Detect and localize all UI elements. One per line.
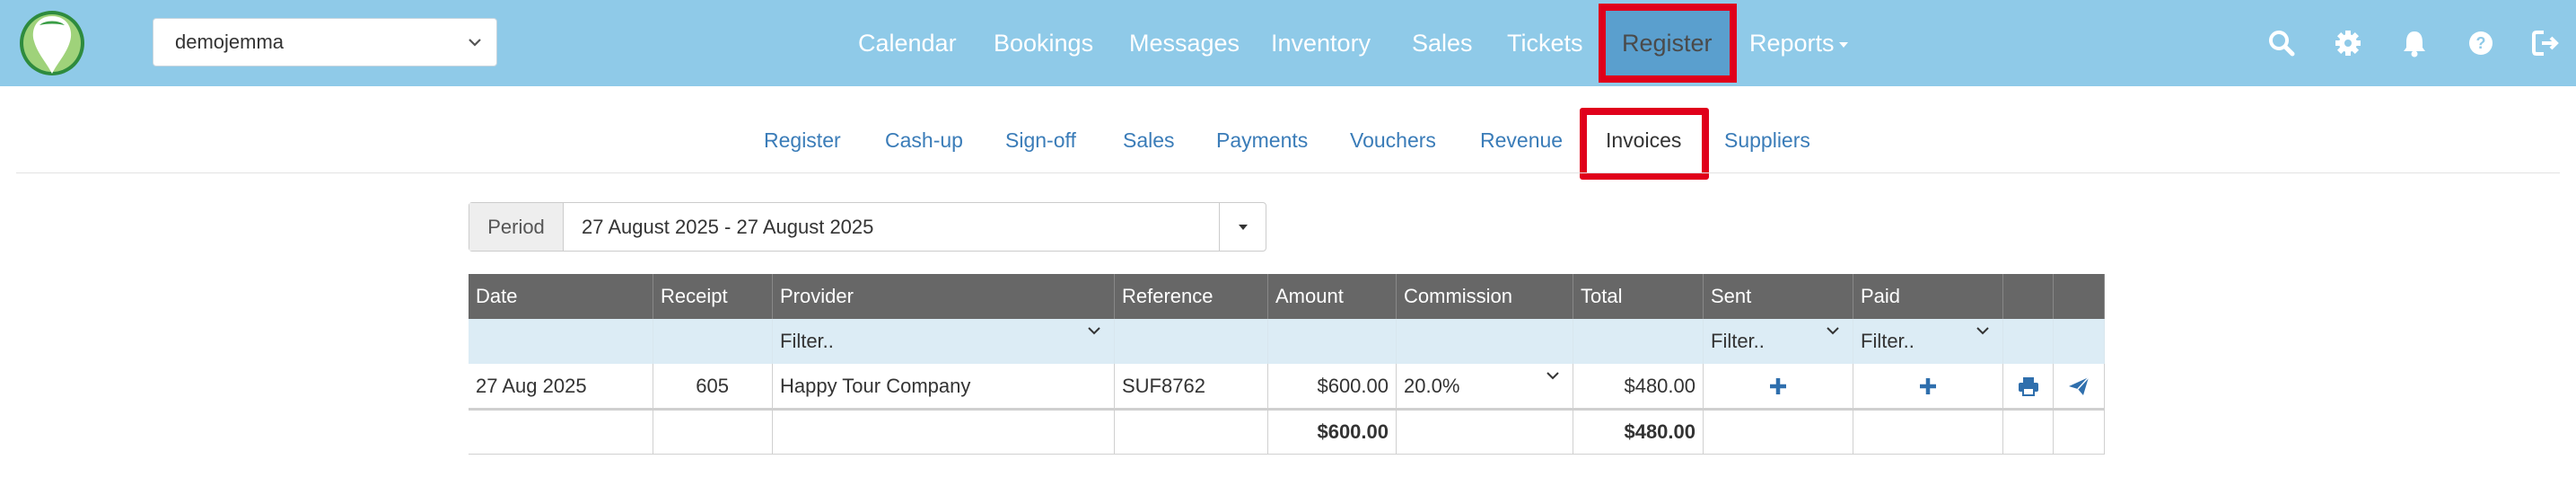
subnav-payments[interactable]: Payments xyxy=(1216,128,1308,153)
period-picker[interactable]: Period 27 August 2025 - 27 August 2025 xyxy=(469,202,1266,252)
nav-reports-label: Reports xyxy=(1749,29,1835,57)
totals-empty xyxy=(469,411,653,454)
col-amount[interactable]: Amount xyxy=(1268,274,1397,319)
totals-empty xyxy=(1397,411,1573,454)
col-send xyxy=(2054,274,2105,319)
subnav-revenue[interactable]: Revenue xyxy=(1480,128,1563,153)
totals-empty xyxy=(653,411,773,454)
filter-paid-value: Filter.. xyxy=(1861,330,1914,352)
cell-reference: SUF8762 xyxy=(1115,364,1268,408)
commission-select-value: 20.0% xyxy=(1404,374,1460,397)
subnav-vouchers[interactable]: Vouchers xyxy=(1350,128,1436,153)
subnav-invoices[interactable]: Invoices xyxy=(1606,128,1681,153)
chevron-down-icon xyxy=(1976,327,1989,335)
chevron-down-icon xyxy=(1827,327,1839,335)
col-provider[interactable]: Provider xyxy=(773,274,1115,319)
subnav-divider xyxy=(16,172,2560,173)
filter-empty xyxy=(1397,319,1573,364)
gear-icon[interactable] xyxy=(2332,27,2364,59)
col-commission[interactable]: Commission xyxy=(1397,274,1573,319)
table-filter-row: Filter.. Filter.. Filter.. xyxy=(469,319,2105,364)
nav-calendar[interactable]: Calendar xyxy=(858,0,957,86)
filter-sent-value: Filter.. xyxy=(1711,330,1765,352)
filter-sent[interactable]: Filter.. xyxy=(1704,319,1853,364)
svg-text:?: ? xyxy=(2476,34,2486,52)
cell-date: 27 Aug 2025 xyxy=(469,364,653,408)
period-value[interactable]: 27 August 2025 - 27 August 2025 xyxy=(564,203,1219,251)
subnav-register[interactable]: Register xyxy=(764,128,841,153)
account-select-value: demojemma xyxy=(175,31,285,53)
plus-icon xyxy=(1920,377,1936,394)
nav-reports[interactable]: Reports xyxy=(1749,0,1850,86)
totals-empty xyxy=(1115,411,1268,454)
subnav-cash-up[interactable]: Cash-up xyxy=(885,128,963,153)
nav-messages[interactable]: Messages xyxy=(1129,0,1240,86)
send-icon xyxy=(2069,376,2090,395)
filter-empty xyxy=(2054,319,2105,364)
nav-register[interactable]: Register xyxy=(1622,0,1713,86)
table-header-row: Date Receipt Provider Reference Amount C… xyxy=(469,274,2105,319)
caret-down-icon xyxy=(1838,42,1848,48)
send-button[interactable] xyxy=(2054,364,2105,408)
nav-sales[interactable]: Sales xyxy=(1412,0,1473,86)
table-row[interactable]: 27 Aug 2025 605 Happy Tour Company SUF87… xyxy=(469,364,2105,409)
col-reference[interactable]: Reference xyxy=(1115,274,1268,319)
period-label: Period xyxy=(469,203,564,251)
print-icon xyxy=(2018,376,2038,396)
cell-receipt[interactable]: 605 xyxy=(653,364,773,408)
subnav-sign-off[interactable]: Sign-off xyxy=(1005,128,1076,153)
col-receipt[interactable]: Receipt xyxy=(653,274,773,319)
commission-select[interactable]: 20.0% xyxy=(1397,364,1573,408)
cell-amount: $600.00 xyxy=(1268,364,1397,408)
totals-empty xyxy=(2003,411,2054,454)
chevron-down-icon xyxy=(1088,327,1100,335)
totals-empty xyxy=(1704,411,1853,454)
chevron-down-icon xyxy=(1546,371,1559,379)
paid-add-button[interactable] xyxy=(1853,364,2003,408)
filter-provider-value: Filter.. xyxy=(780,330,834,352)
logout-icon[interactable] xyxy=(2529,27,2562,59)
col-paid[interactable]: Paid xyxy=(1853,274,2003,319)
filter-empty xyxy=(469,319,653,364)
subnav-sales[interactable]: Sales xyxy=(1123,128,1175,153)
help-icon[interactable]: ? xyxy=(2465,27,2497,59)
nav-inventory[interactable]: Inventory xyxy=(1271,0,1371,86)
logo-icon[interactable] xyxy=(18,7,86,79)
totals-empty xyxy=(773,411,1115,454)
filter-empty xyxy=(1573,319,1704,364)
total-total: $480.00 xyxy=(1573,411,1704,454)
search-icon[interactable] xyxy=(2265,27,2298,59)
totals-empty xyxy=(1853,411,2003,454)
top-bar: demojemma Calendar Bookings Messages Inv… xyxy=(0,0,2576,86)
totals-empty xyxy=(2054,411,2105,454)
account-select[interactable]: demojemma xyxy=(153,18,497,66)
plus-icon xyxy=(1770,377,1786,394)
filter-paid[interactable]: Filter.. xyxy=(1853,319,2003,364)
col-sent[interactable]: Sent xyxy=(1704,274,1853,319)
filter-provider[interactable]: Filter.. xyxy=(773,319,1115,364)
filter-empty xyxy=(1268,319,1397,364)
nav-bookings[interactable]: Bookings xyxy=(994,0,1093,86)
nav-tickets[interactable]: Tickets xyxy=(1507,0,1583,86)
bell-icon[interactable] xyxy=(2398,27,2431,59)
filter-empty xyxy=(1115,319,1268,364)
cell-provider: Happy Tour Company xyxy=(773,364,1115,408)
col-date[interactable]: Date xyxy=(469,274,653,319)
sent-add-button[interactable] xyxy=(1704,364,1853,408)
filter-empty xyxy=(653,319,773,364)
col-print xyxy=(2003,274,2054,319)
subnav-suppliers[interactable]: Suppliers xyxy=(1724,128,1810,153)
cell-total: $480.00 xyxy=(1573,364,1704,408)
chevron-down-icon xyxy=(469,39,481,47)
filter-empty xyxy=(2003,319,2054,364)
caret-down-icon xyxy=(1238,224,1248,230)
print-button[interactable] xyxy=(2003,364,2054,408)
total-amount: $600.00 xyxy=(1268,411,1397,454)
table-totals-row: $600.00 $480.00 xyxy=(469,409,2105,455)
period-dropdown-button[interactable] xyxy=(1219,203,1266,251)
col-total[interactable]: Total xyxy=(1573,274,1704,319)
